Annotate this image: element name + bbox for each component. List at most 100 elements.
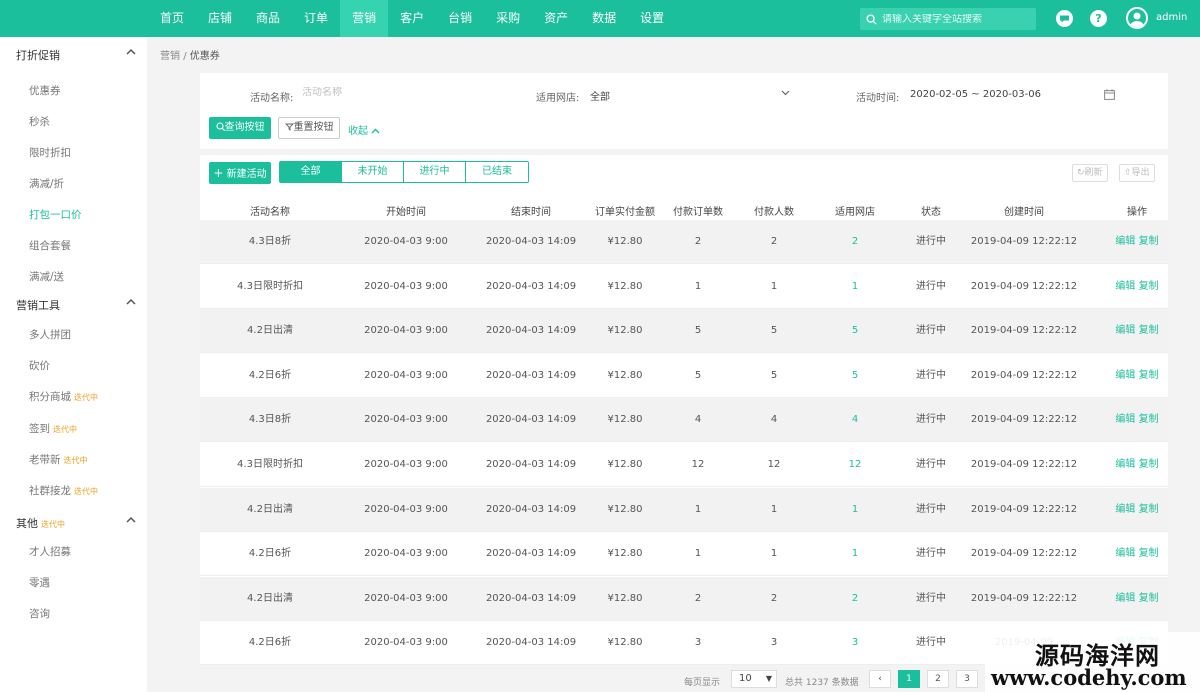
sidebar-item[interactable]: 多人拼团 xyxy=(29,327,71,342)
sidebar-item[interactable]: 秒杀 xyxy=(29,114,50,129)
cell-start: 2020-04-03 9:00 xyxy=(364,325,448,336)
sidebar-item[interactable]: 满减/送 xyxy=(29,269,64,284)
cell-status: 进行中 xyxy=(916,370,946,381)
cell-payers: 5 xyxy=(770,325,778,336)
status-tab[interactable]: 未开始 xyxy=(342,162,404,182)
cell-stores[interactable]: 1 xyxy=(852,488,858,532)
refresh-button[interactable]: ↻刷新 xyxy=(1072,164,1108,182)
nav-item[interactable]: 订单 xyxy=(292,0,340,37)
sidebar-item[interactable]: 零遇 xyxy=(29,575,50,590)
global-search[interactable] xyxy=(860,8,1036,30)
sidebar-item[interactable]: 满减/折 xyxy=(29,176,64,191)
edit-link[interactable]: 编辑 xyxy=(1115,281,1135,292)
activity-time-range[interactable]: 2020-02-05 ~ 2020-03-06 xyxy=(910,89,1041,100)
sidebar-item[interactable]: 组合套餐 xyxy=(29,238,71,253)
page-button[interactable]: 1 xyxy=(898,670,920,688)
sidebar-group[interactable]: 其他 迭代中 xyxy=(16,515,136,531)
nav-item[interactable]: 商品 xyxy=(244,0,292,37)
page-button[interactable]: 2 xyxy=(927,670,949,688)
sidebar-item[interactable]: 咨询 xyxy=(29,606,50,621)
refresh-label: 刷新 xyxy=(1084,168,1103,178)
reset-button[interactable]: 重置按钮 xyxy=(278,117,340,139)
help-icon[interactable]: ? xyxy=(1090,10,1107,27)
chevron-up-icon[interactable] xyxy=(126,47,136,58)
prev-page-button[interactable]: ‹ xyxy=(869,670,891,688)
sidebar-group[interactable]: 打折促销 xyxy=(16,47,136,63)
status-tab[interactable]: 已结束 xyxy=(466,162,528,182)
copy-link[interactable]: 复制 xyxy=(1139,504,1159,515)
user-name[interactable]: admin xyxy=(1156,12,1187,23)
status-badge: 迭代中 xyxy=(41,520,65,529)
sidebar-item[interactable]: 限时折扣 xyxy=(29,145,71,160)
sidebar-group[interactable]: 营销工具 xyxy=(16,297,136,313)
sidebar-item[interactable]: 砍价 xyxy=(29,358,50,373)
cell-stores[interactable]: 12 xyxy=(849,443,862,487)
status-tab[interactable]: 全部 xyxy=(280,162,342,182)
edit-link[interactable]: 编辑 xyxy=(1115,414,1135,425)
activity-name-input[interactable] xyxy=(302,87,452,98)
edit-link[interactable]: 编辑 xyxy=(1115,325,1135,336)
query-button[interactable]: 查询按钮 xyxy=(209,117,271,139)
chevron-up-icon[interactable] xyxy=(126,297,136,308)
avatar[interactable] xyxy=(1126,7,1148,29)
status-tab[interactable]: 进行中 xyxy=(404,162,466,182)
copy-link[interactable]: 复制 xyxy=(1139,593,1159,604)
message-icon[interactable] xyxy=(1056,10,1073,27)
cell-amount: ¥12.80 xyxy=(607,637,643,648)
cell-stores[interactable]: 1 xyxy=(852,265,858,309)
table-row: 4.2日出清 2020-04-03 9:00 2020-04-03 14:09 ¥12… xyxy=(200,309,1168,353)
copy-link[interactable]: 复制 xyxy=(1139,236,1159,247)
copy-link[interactable]: 复制 xyxy=(1139,459,1159,470)
nav-item[interactable]: 客户 xyxy=(388,0,436,37)
cell-stores[interactable]: 1 xyxy=(852,532,858,576)
page-button[interactable]: 3 xyxy=(956,670,978,688)
nav-item[interactable]: 首页 xyxy=(148,0,196,37)
nav-item[interactable]: 店铺 xyxy=(196,0,244,37)
edit-link[interactable]: 编辑 xyxy=(1115,548,1135,559)
edit-link[interactable]: 编辑 xyxy=(1115,593,1135,604)
calendar-icon[interactable] xyxy=(1104,89,1115,100)
sidebar-item[interactable]: 签到 迭代中 xyxy=(29,421,77,436)
cell-amount: ¥12.80 xyxy=(607,325,643,336)
nav-item[interactable]: 设置 xyxy=(628,0,676,37)
nav-item[interactable]: 台销 xyxy=(436,0,484,37)
edit-link[interactable]: 编辑 xyxy=(1115,459,1135,470)
chevron-up-icon[interactable] xyxy=(126,515,136,526)
cell-amount: ¥12.80 xyxy=(607,548,643,559)
page-size-select[interactable]: 10 ▼ xyxy=(731,670,777,688)
cell-stores[interactable]: 2 xyxy=(852,220,858,264)
store-select[interactable]: 全部 xyxy=(586,84,800,104)
sidebar-item[interactable]: 老带新 迭代中 xyxy=(29,452,88,467)
search-input[interactable] xyxy=(882,13,1032,25)
sidebar-item[interactable]: 才人招募 xyxy=(29,544,71,559)
cell-orders: 5 xyxy=(694,325,702,336)
copy-link[interactable]: 复制 xyxy=(1139,414,1159,425)
sidebar-item[interactable]: 优惠券 xyxy=(29,83,61,98)
cell-stores[interactable]: 4 xyxy=(852,398,858,442)
sidebar-item-label: 才人招募 xyxy=(29,546,71,558)
cell-name: 4.2日6折 xyxy=(248,637,292,648)
cell-stores[interactable]: 5 xyxy=(852,309,858,353)
cell-stores[interactable]: 2 xyxy=(852,577,858,621)
sidebar-item[interactable]: 社群接龙 迭代中 xyxy=(29,483,98,498)
collapse-toggle[interactable]: 收起 xyxy=(348,122,380,137)
cell-stores[interactable]: 5 xyxy=(852,354,858,398)
breadcrumb-parent[interactable]: 营销 xyxy=(160,51,180,62)
nav-item[interactable]: 采购 xyxy=(484,0,532,37)
column-header: 付款订单数 xyxy=(673,207,723,218)
sidebar-item[interactable]: 打包一口价 xyxy=(29,207,82,222)
edit-link[interactable]: 编辑 xyxy=(1115,236,1135,247)
edit-link[interactable]: 编辑 xyxy=(1115,370,1135,381)
edit-link[interactable]: 编辑 xyxy=(1115,504,1135,515)
copy-link[interactable]: 复制 xyxy=(1139,281,1159,292)
nav-item[interactable]: 数据 xyxy=(580,0,628,37)
new-activity-button[interactable]: + 新建活动 xyxy=(209,162,271,184)
copy-link[interactable]: 复制 xyxy=(1139,548,1159,559)
nav-item[interactable]: 资产 xyxy=(532,0,580,37)
nav-item[interactable]: 营销 xyxy=(340,0,389,37)
export-button[interactable]: ⇧导出 xyxy=(1119,164,1155,182)
copy-link[interactable]: 复制 xyxy=(1139,370,1159,381)
copy-link[interactable]: 复制 xyxy=(1139,325,1159,336)
sidebar-item[interactable]: 积分商城 迭代中 xyxy=(29,389,98,404)
cell-stores[interactable]: 3 xyxy=(852,621,858,665)
